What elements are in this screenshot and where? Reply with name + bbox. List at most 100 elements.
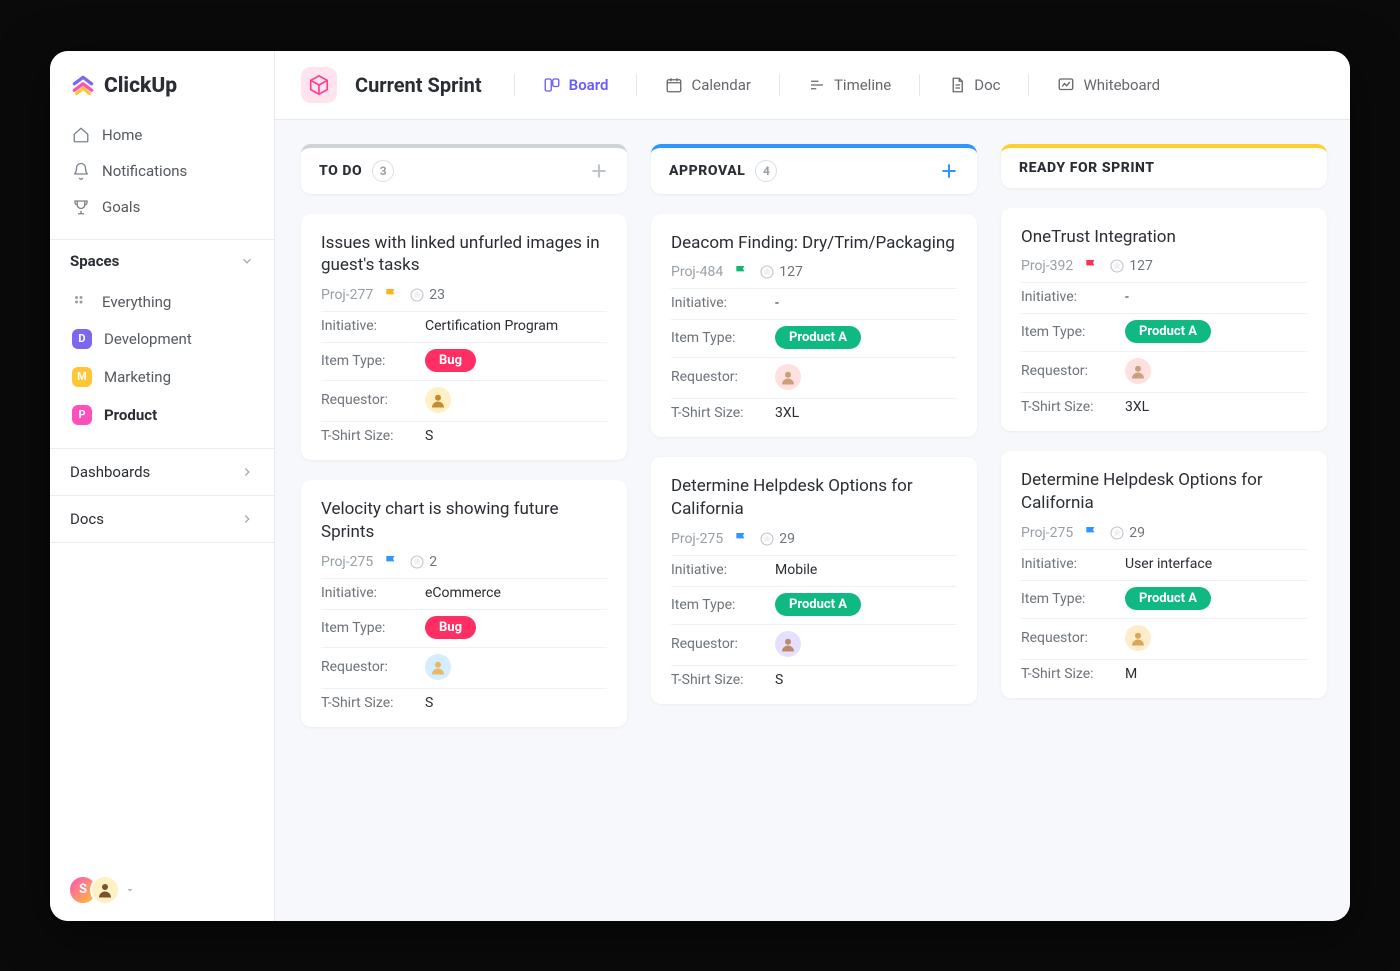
- task-score: 127: [759, 264, 803, 280]
- view-tab-doc[interactable]: Doc: [938, 70, 1010, 100]
- spaces-list: Everything D Development M Marketing P P…: [50, 280, 274, 448]
- attr-requestor: Requestor:: [321, 380, 607, 413]
- bell-icon: [72, 162, 90, 180]
- nav-notifications[interactable]: Notifications: [58, 153, 266, 189]
- view-tab-whiteboard[interactable]: Whiteboard: [1047, 70, 1170, 100]
- attr-label: Initiative:: [671, 562, 763, 578]
- board-icon: [543, 76, 561, 94]
- task-card[interactable]: OneTrust Integration Proj-392 127 Initia…: [1001, 208, 1327, 432]
- task-title: Determine Helpdesk Options for Californi…: [1021, 469, 1307, 515]
- item-type-pill: Product A: [775, 326, 861, 349]
- priority-flag-icon[interactable]: [733, 264, 749, 280]
- task-title: Issues with linked unfurled images in gu…: [321, 232, 607, 278]
- column-header[interactable]: READY FOR SPRINT: [1001, 144, 1327, 188]
- view-tab-board[interactable]: Board: [533, 70, 619, 100]
- task-score: 127: [1109, 258, 1153, 274]
- priority-flag-icon[interactable]: [1083, 258, 1099, 274]
- sidebar-item-development[interactable]: D Development: [58, 320, 266, 358]
- task-card[interactable]: Issues with linked unfurled images in gu…: [301, 214, 627, 461]
- attr-size: T-Shirt Size: 3XL: [671, 398, 957, 421]
- column-header[interactable]: TO DO 3: [301, 144, 627, 194]
- space-badge: P: [72, 405, 92, 425]
- column-title: READY FOR SPRINT: [1019, 160, 1155, 176]
- attr-value: -: [775, 295, 957, 311]
- attr-initiative: Initiative: Certification Program: [321, 311, 607, 334]
- task-id: Proj-275: [321, 554, 373, 570]
- view-tab-calendar[interactable]: Calendar: [655, 70, 761, 100]
- task-card[interactable]: Deacom Finding: Dry/Trim/Packaging Proj-…: [651, 214, 977, 438]
- attr-label: Item Type:: [321, 353, 413, 369]
- nav-label: Goals: [102, 198, 140, 216]
- attr-label: Initiative:: [321, 585, 413, 601]
- whiteboard-icon: [1057, 76, 1075, 94]
- brand-block[interactable]: ClickUp: [50, 51, 274, 117]
- attr-label: Requestor:: [1021, 630, 1113, 646]
- everything-icon: [72, 293, 90, 311]
- attr-size: T-Shirt Size: S: [321, 688, 607, 711]
- sidebar-item-dashboards[interactable]: Dashboards: [50, 448, 274, 495]
- chevron-down-icon: [124, 884, 136, 896]
- user-avatar-stack[interactable]: S: [50, 859, 274, 921]
- view-tab-timeline[interactable]: Timeline: [798, 70, 901, 100]
- docs-label: Docs: [70, 510, 104, 528]
- nav-list: Home Notifications Goals: [50, 117, 274, 239]
- avatar: [425, 387, 451, 413]
- board-column: TO DO 3 Issues with linked unfurled imag…: [301, 144, 627, 897]
- avatar: [775, 631, 801, 657]
- view-label: Timeline: [834, 76, 891, 94]
- nav-label: Notifications: [102, 162, 187, 180]
- task-card[interactable]: Determine Helpdesk Options for Californi…: [651, 457, 977, 704]
- attr-label: T-Shirt Size:: [671, 405, 763, 421]
- attr-label: Requestor:: [321, 392, 413, 408]
- doc-icon: [948, 76, 966, 94]
- divider: [636, 74, 637, 96]
- task-id: Proj-275: [671, 531, 723, 547]
- spaces-header[interactable]: Spaces: [50, 239, 274, 280]
- timeline-icon: [808, 76, 826, 94]
- column-count: 3: [372, 160, 394, 182]
- attr-label: Requestor:: [1021, 363, 1113, 379]
- item-type-pill: Product A: [1125, 320, 1211, 343]
- sidebar-item-docs[interactable]: Docs: [50, 495, 274, 543]
- priority-flag-icon[interactable]: [733, 531, 749, 547]
- task-title: Velocity chart is showing future Sprints: [321, 498, 607, 544]
- space-label: Development: [104, 330, 192, 348]
- sidebar-item-product[interactable]: P Product: [58, 396, 266, 434]
- nav-goals[interactable]: Goals: [58, 189, 266, 225]
- priority-flag-icon[interactable]: [1083, 525, 1099, 541]
- add-card-button[interactable]: [589, 161, 609, 181]
- attr-item-type: Item Type: Product A: [671, 319, 957, 349]
- item-type-pill: Bug: [425, 349, 476, 372]
- attr-value: S: [425, 695, 607, 711]
- attr-value: User interface: [1125, 556, 1307, 572]
- sidebar-item-marketing[interactable]: M Marketing: [58, 358, 266, 396]
- attr-value: S: [775, 672, 957, 688]
- column-header[interactable]: APPROVAL 4: [651, 144, 977, 194]
- clickup-logo-icon: [70, 73, 96, 99]
- priority-flag-icon[interactable]: [383, 287, 399, 303]
- space-badge: M: [72, 367, 92, 387]
- attr-item-type: Item Type: Product A: [671, 586, 957, 616]
- attr-requestor: Requestor:: [1021, 351, 1307, 384]
- task-id: Proj-277: [321, 287, 373, 303]
- nav-home[interactable]: Home: [58, 117, 266, 153]
- attr-label: Item Type:: [321, 620, 413, 636]
- priority-flag-icon[interactable]: [383, 554, 399, 570]
- attr-label: T-Shirt Size:: [321, 695, 413, 711]
- task-score: 29: [759, 531, 795, 547]
- avatar: [1125, 358, 1151, 384]
- attr-item-type: Item Type: Product A: [1021, 313, 1307, 343]
- add-card-button[interactable]: [939, 161, 959, 181]
- home-icon: [72, 126, 90, 144]
- task-card[interactable]: Velocity chart is showing future Sprints…: [301, 480, 627, 727]
- page-title: Current Sprint: [355, 73, 482, 97]
- task-meta: Proj-277 23: [321, 287, 607, 303]
- attr-item-type: Item Type: Product A: [1021, 580, 1307, 610]
- attr-label: Item Type:: [671, 330, 763, 346]
- task-card[interactable]: Determine Helpdesk Options for Californi…: [1001, 451, 1327, 698]
- sidebar: ClickUp Home Notifications Goals: [50, 51, 275, 921]
- view-label: Doc: [974, 76, 1000, 94]
- avatar: [90, 875, 120, 905]
- item-type-pill: Product A: [775, 593, 861, 616]
- sidebar-item-everything[interactable]: Everything: [58, 284, 266, 320]
